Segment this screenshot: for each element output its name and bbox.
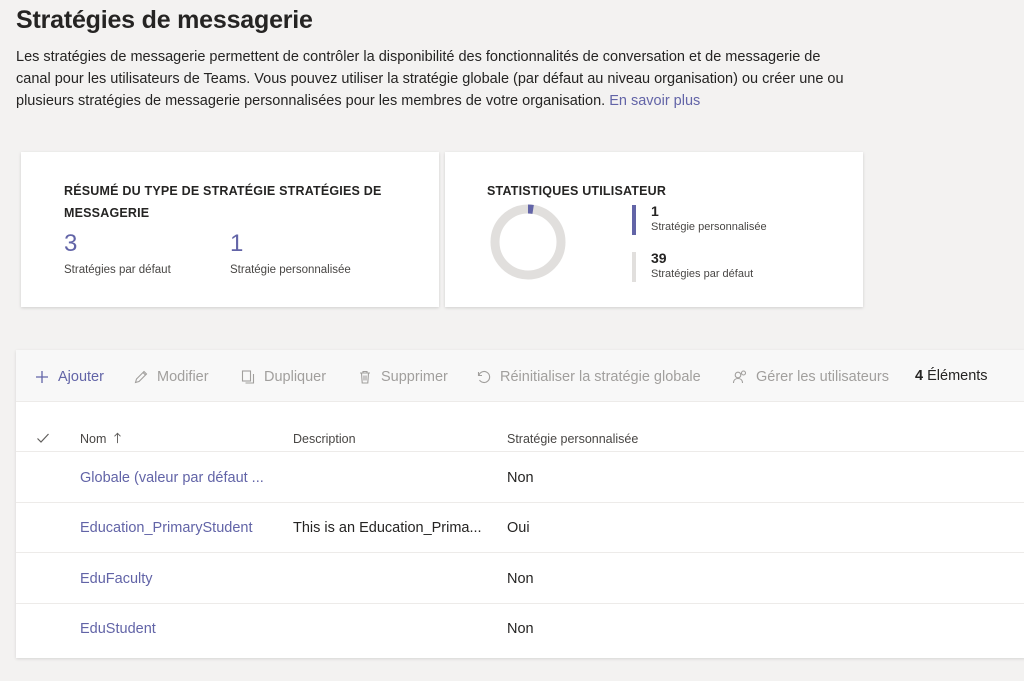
policy-custom-flag: Non bbox=[507, 620, 534, 637]
summary-card-title: Résumé du type de stratégie Stratégies d… bbox=[64, 184, 382, 220]
add-button-label: Ajouter bbox=[58, 369, 104, 385]
learn-more-link[interactable]: En savoir plus bbox=[609, 93, 700, 109]
manage-users-label: Gérer les utilisateurs bbox=[756, 369, 889, 385]
legend-default-bar bbox=[632, 252, 636, 282]
users-icon bbox=[732, 370, 747, 384]
column-header-name[interactable]: Nom bbox=[80, 432, 122, 446]
pencil-icon bbox=[134, 370, 148, 384]
reset-global-policy-label: Réinitialiser la stratégie globale bbox=[500, 369, 701, 385]
copy-icon bbox=[241, 370, 255, 384]
sort-ascending-icon bbox=[114, 432, 121, 444]
user-stats-donut-chart bbox=[490, 204, 566, 280]
custom-users-label: Stratégie personnalisée bbox=[651, 221, 767, 233]
default-users-label: Stratégies par défaut bbox=[651, 268, 754, 280]
donut-default-segment bbox=[490, 204, 566, 280]
custom-policies-label: Stratégie personnalisée bbox=[230, 264, 351, 276]
page-description: Les stratégies de messagerie permettent … bbox=[16, 46, 856, 112]
column-header-description[interactable]: Description bbox=[293, 432, 356, 446]
trash-icon bbox=[360, 370, 370, 384]
column-header-custom-policy[interactable]: Stratégie personnalisée bbox=[507, 432, 638, 446]
policy-name-link[interactable]: EduStudent bbox=[80, 621, 156, 637]
policies-table-panel: Ajouter Modifier Dupliquer Supprimer Réi… bbox=[16, 350, 1024, 658]
add-button[interactable]: Ajouter bbox=[34, 367, 104, 387]
description-text: Les stratégies de messagerie permettent … bbox=[16, 49, 844, 109]
delete-button-label: Supprimer bbox=[381, 369, 448, 385]
stats-card-title: Statistiques utilisateur bbox=[487, 184, 667, 198]
duplicate-button[interactable]: Dupliquer bbox=[240, 367, 326, 387]
policy-custom-flag: Oui bbox=[507, 520, 530, 537]
user-stats-card: Statistiques utilisateur 1 Stratégie per… bbox=[445, 152, 863, 307]
policy-summary-card: Résumé du type de stratégie Stratégies d… bbox=[21, 152, 439, 307]
custom-policies-count: 1 bbox=[230, 230, 244, 257]
default-policies-count: 3 bbox=[64, 230, 78, 257]
policy-name-link[interactable]: Globale (valeur par défaut ... bbox=[80, 470, 264, 486]
table-row[interactable]: Education_PrimaryStudent This is an Educa… bbox=[16, 503, 1024, 554]
edit-button[interactable]: Modifier bbox=[133, 367, 209, 387]
custom-users-count: 1 bbox=[651, 203, 659, 219]
policy-name-link[interactable]: EduFaculty bbox=[80, 571, 153, 587]
table-header: Nom Description Stratégie personnalisée bbox=[16, 424, 1024, 452]
page-title: Stratégies de messagerie bbox=[16, 6, 313, 34]
manage-users-button[interactable]: Gérer les utilisateurs bbox=[732, 367, 889, 387]
policy-description: This is an Education_Prima... bbox=[293, 520, 482, 537]
table-row[interactable]: Globale (valeur par défaut ... Non bbox=[16, 453, 1024, 503]
item-count: 4 Éléments bbox=[915, 368, 988, 384]
reset-global-policy-button[interactable]: Réinitialiser la stratégie globale bbox=[476, 367, 701, 387]
table-row[interactable]: EduFaculty Non bbox=[16, 554, 1024, 604]
select-all-check-icon[interactable] bbox=[36, 432, 50, 444]
item-count-label: Éléments bbox=[927, 368, 988, 384]
delete-button[interactable]: Supprimer bbox=[357, 367, 448, 387]
table-row[interactable]: EduStudent Non bbox=[16, 604, 1024, 654]
legend-custom-bar bbox=[632, 205, 636, 235]
policy-custom-flag: Non bbox=[507, 470, 534, 486]
policy-name-link[interactable]: Education_PrimaryStudent bbox=[80, 520, 253, 536]
default-users-count: 39 bbox=[651, 250, 667, 266]
policy-custom-flag: Non bbox=[507, 570, 534, 587]
command-toolbar: Ajouter Modifier Dupliquer Supprimer Réi… bbox=[16, 350, 1024, 402]
item-count-number: 4 bbox=[915, 368, 924, 384]
column-name-label: Nom bbox=[80, 432, 107, 446]
default-policies-label: Stratégies par défaut bbox=[64, 264, 171, 276]
reset-icon bbox=[477, 371, 491, 384]
edit-button-label: Modifier bbox=[157, 369, 209, 385]
duplicate-button-label: Dupliquer bbox=[264, 369, 327, 385]
plus-icon bbox=[36, 371, 48, 383]
